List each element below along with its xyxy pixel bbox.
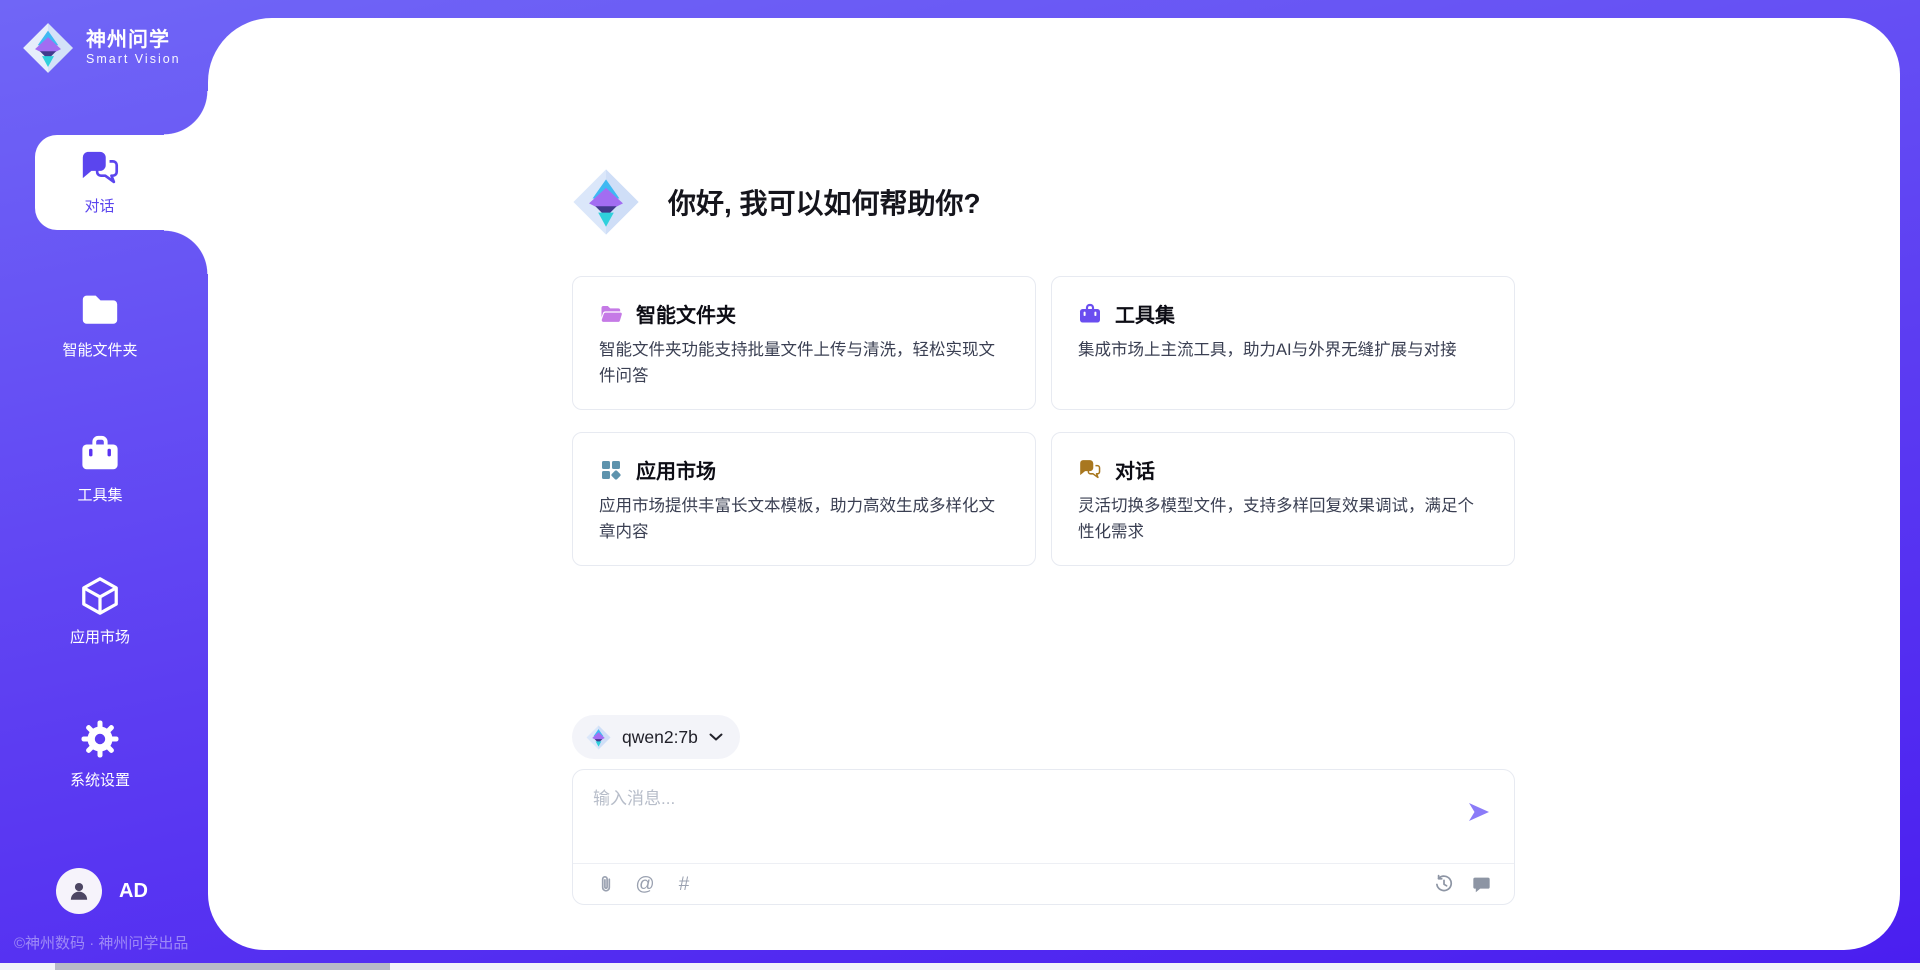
sidebar-item-chat[interactable]: 对话 (35, 135, 208, 230)
model-name: qwen2:7b (622, 727, 698, 748)
brand-subtitle: Smart Vision (86, 52, 181, 66)
app-grid-icon (599, 458, 623, 482)
chat-icon (79, 149, 121, 189)
card-title: 对话 (1115, 455, 1155, 484)
person-icon (65, 877, 93, 905)
sidebar-item-label: 对话 (84, 195, 114, 216)
user-profile[interactable]: AD (56, 868, 148, 914)
feature-cards: 智能文件夹 智能文件夹功能支持批量文件上传与清洗，轻松实现文件问答 工具集 (572, 276, 1515, 566)
card-toolset[interactable]: 工具集 集成市场上主流工具，助力AI与外界无缝扩展与对接 (1051, 276, 1515, 410)
copyright-footer: ©神州数码 · 神州问学出品 (14, 932, 188, 953)
card-app-market[interactable]: 应用市场 应用市场提供丰富长文本模板，助力高效生成多样化文章内容 (572, 432, 1036, 566)
horizontal-scrollbar-thumb[interactable] (55, 963, 390, 970)
card-title: 智能文件夹 (636, 299, 736, 328)
sidebar-item-label: 应用市场 (70, 626, 130, 647)
brand-name: 神州问学 (86, 29, 181, 52)
folder-open-icon (599, 302, 623, 326)
message-composer: @ # (572, 769, 1515, 905)
sidebar-item-app-market[interactable]: 应用市场 (0, 575, 200, 647)
sidebar-item-label: 系统设置 (70, 769, 130, 790)
avatar (56, 868, 102, 914)
mention-icon[interactable]: @ (634, 873, 656, 895)
user-initials: AD (119, 880, 148, 903)
welcome-header: 你好, 我可以如何帮助你? (572, 168, 981, 236)
card-title: 工具集 (1115, 299, 1175, 328)
composer-toolbar: @ # (573, 864, 1514, 904)
brand-logo-icon (572, 168, 640, 236)
horizontal-scrollbar[interactable] (0, 963, 1920, 970)
attachment-icon[interactable] (595, 873, 617, 895)
model-selector[interactable]: qwen2:7b (572, 715, 740, 759)
chevron-down-icon (709, 733, 723, 741)
gear-icon (79, 718, 121, 760)
sidebar-item-toolset[interactable]: 工具集 (0, 433, 200, 505)
card-description: 灵活切换多模型文件，支持多样回复效果调试，满足个性化需求 (1078, 494, 1488, 545)
history-icon[interactable] (1433, 873, 1455, 895)
message-input[interactable] (593, 784, 1453, 854)
send-button[interactable] (1466, 799, 1492, 825)
sidebar-item-label: 智能文件夹 (62, 339, 137, 360)
greeting-title: 你好, 我可以如何帮助你? (668, 182, 981, 222)
message-bubble-icon[interactable] (1470, 873, 1492, 895)
topic-icon[interactable]: # (673, 873, 695, 895)
card-description: 集成市场上主流工具，助力AI与外界无缝扩展与对接 (1078, 338, 1488, 364)
card-description: 应用市场提供丰富长文本模板，助力高效生成多样化文章内容 (599, 494, 1009, 545)
chat-icon (1078, 458, 1102, 482)
sidebar-item-smart-folder[interactable]: 智能文件夹 (0, 288, 200, 360)
card-description: 智能文件夹功能支持批量文件上传与清洗，轻松实现文件问答 (599, 338, 1009, 389)
send-icon (1466, 799, 1492, 825)
card-chat[interactable]: 对话 灵活切换多模型文件，支持多样回复效果调试，满足个性化需求 (1051, 432, 1515, 566)
sidebar-item-settings[interactable]: 系统设置 (0, 718, 200, 790)
sidebar-item-label: 工具集 (77, 484, 122, 505)
card-smart-folder[interactable]: 智能文件夹 智能文件夹功能支持批量文件上传与清洗，轻松实现文件问答 (572, 276, 1036, 410)
model-logo-icon (586, 725, 611, 750)
card-title: 应用市场 (636, 455, 716, 484)
main-panel: 你好, 我可以如何帮助你? 智能文件夹 智能文件夹功能支持批量文件上传与清洗，轻… (208, 18, 1900, 950)
briefcase-icon (1078, 302, 1102, 326)
brand-header: 神州问学 Smart Vision (22, 22, 181, 74)
brand-logo-icon (22, 22, 74, 74)
cube-icon (79, 575, 121, 617)
folder-icon (79, 288, 121, 330)
toolbox-icon (79, 433, 121, 475)
